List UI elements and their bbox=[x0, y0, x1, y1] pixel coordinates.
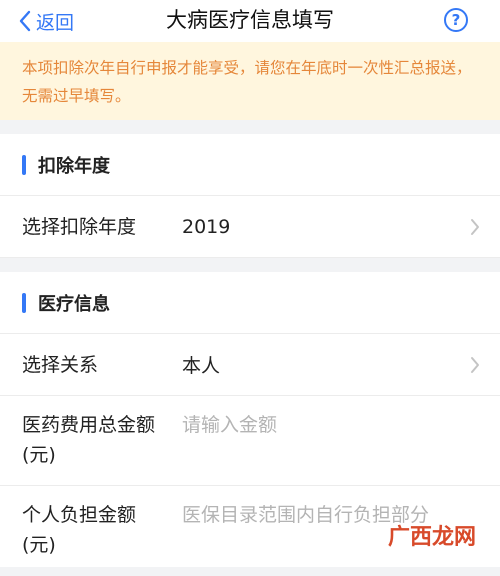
relation-value: 本人 bbox=[182, 351, 220, 378]
section-accent-bar bbox=[22, 155, 26, 175]
chevron-right-icon bbox=[470, 356, 480, 374]
deduction-year-row[interactable]: 选择扣除年度 2019 bbox=[0, 196, 500, 258]
section-gap bbox=[0, 120, 500, 134]
watermark-logo: 广西龙网 bbox=[388, 519, 476, 551]
total-fee-input[interactable]: 请输入金额 bbox=[182, 410, 277, 440]
section-gap bbox=[0, 258, 500, 272]
section-header-deduction-year: 扣除年度 bbox=[0, 134, 500, 196]
section-accent-bar bbox=[22, 293, 26, 313]
relation-row[interactable]: 选择关系 本人 bbox=[0, 334, 500, 396]
section-title: 医疗信息 bbox=[38, 290, 110, 316]
personal-burden-label: 个人负担金额(元) bbox=[22, 500, 162, 560]
page-title: 大病医疗信息填写 bbox=[0, 0, 500, 42]
notice-banner: 本项扣除次年自行申报才能享受，请您在年底时一次性汇总报送，无需过早填写。 bbox=[0, 42, 500, 120]
deduction-year-section: 扣除年度 选择扣除年度 2019 bbox=[0, 134, 500, 258]
relation-label: 选择关系 bbox=[22, 350, 182, 380]
help-button[interactable]: ? bbox=[444, 8, 468, 32]
section-title: 扣除年度 bbox=[38, 152, 110, 178]
deduction-year-label: 选择扣除年度 bbox=[22, 212, 182, 242]
total-fee-row[interactable]: 医药费用总金额(元) 请输入金额 bbox=[0, 396, 500, 486]
notice-text: 本项扣除次年自行申报才能享受，请您在年底时一次性汇总报送，无需过早填写。 bbox=[22, 59, 472, 105]
section-header-medical-info: 医疗信息 bbox=[0, 272, 500, 334]
total-fee-label: 医药费用总金额(元) bbox=[22, 410, 162, 470]
deduction-year-value: 2019 bbox=[182, 216, 230, 238]
watermark-text: 广西龙网 bbox=[388, 519, 476, 551]
navigation-bar: 返回 大病医疗信息填写 ? bbox=[0, 0, 500, 42]
question-circle-icon: ? bbox=[452, 11, 461, 29]
chevron-right-icon bbox=[470, 218, 480, 236]
